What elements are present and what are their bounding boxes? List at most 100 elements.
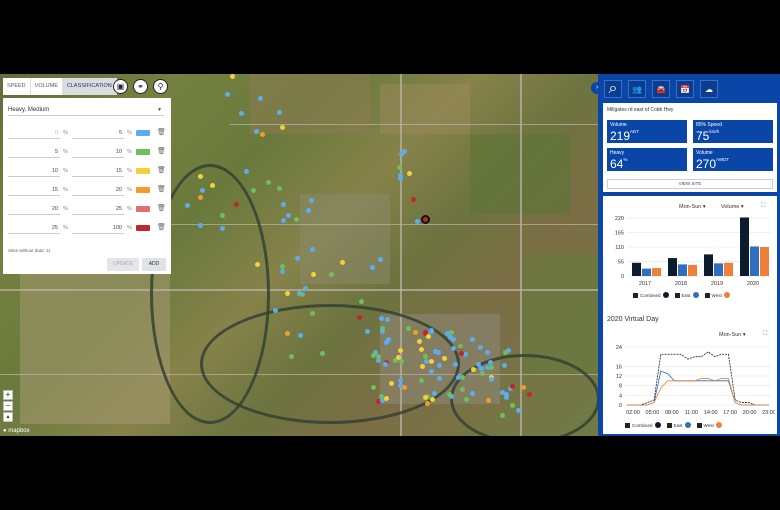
bar-west[interactable] — [688, 264, 697, 276]
range-from-input[interactable]: 25 — [8, 223, 60, 234]
color-swatch[interactable] — [136, 187, 150, 193]
site-marker[interactable] — [505, 348, 511, 353]
site-marker[interactable] — [378, 256, 384, 262]
zoom-out-button[interactable]: − — [3, 401, 13, 411]
checkbox-combined[interactable] — [625, 422, 630, 428]
zoom-in-button[interactable]: + — [3, 390, 13, 400]
site-marker[interactable] — [428, 329, 434, 335]
site-marker[interactable] — [297, 332, 303, 338]
share-icon[interactable]: ⚭ — [133, 79, 148, 94]
site-marker[interactable] — [458, 351, 464, 357]
site-marker[interactable] — [410, 197, 416, 203]
trash-icon[interactable]: 🗑 — [157, 185, 166, 193]
site-marker[interactable] — [260, 131, 266, 137]
checkbox-west[interactable] — [696, 422, 702, 428]
period-select[interactable]: Mon-Sun ▾ — [679, 204, 706, 210]
tab-speed[interactable]: SPEED — [3, 78, 31, 95]
virtual-period-select[interactable]: Mon-Sun ▾ — [719, 332, 746, 338]
trash-icon[interactable]: 🗑 — [157, 147, 166, 155]
bar-west[interactable] — [652, 268, 661, 276]
tab-volume[interactable]: VOLUME — [30, 78, 63, 95]
color-swatch[interactable] — [136, 130, 150, 136]
site-marker[interactable] — [484, 349, 490, 355]
site-marker[interactable] — [309, 247, 315, 253]
site-marker[interactable] — [509, 402, 515, 408]
bar-combined[interactable] — [704, 254, 713, 276]
site-marker[interactable] — [294, 216, 300, 222]
site-marker[interactable] — [444, 330, 450, 336]
range-from-input[interactable]: 20 — [8, 204, 60, 215]
site-marker[interactable] — [230, 74, 236, 80]
bar-combined[interactable] — [668, 258, 677, 276]
site-marker[interactable] — [396, 164, 402, 170]
trash-icon[interactable]: 🗑 — [157, 128, 166, 136]
site-marker[interactable] — [244, 169, 250, 175]
site-marker[interactable] — [526, 391, 532, 397]
collapse-panel-button[interactable]: › — [591, 82, 603, 94]
site-marker[interactable] — [378, 315, 384, 321]
site-marker[interactable] — [452, 362, 458, 368]
range-from-input[interactable]: 0 — [8, 128, 60, 139]
site-marker[interactable] — [276, 185, 282, 191]
site-marker[interactable] — [197, 223, 203, 229]
site-marker[interactable] — [281, 202, 287, 208]
site-marker[interactable] — [220, 212, 225, 218]
range-from-input[interactable]: 5 — [8, 147, 60, 158]
site-marker[interactable] — [371, 384, 376, 390]
checkbox-east[interactable] — [674, 292, 680, 298]
trash-icon[interactable]: 🗑 — [157, 166, 166, 174]
site-marker[interactable] — [388, 380, 394, 386]
site-marker[interactable] — [509, 383, 515, 389]
site-marker[interactable] — [199, 187, 205, 193]
site-marker[interactable] — [422, 330, 428, 336]
site-marker[interactable] — [425, 401, 430, 407]
site-marker[interactable] — [197, 174, 203, 180]
calendar-button[interactable]: 📅 — [676, 80, 694, 98]
compass-button[interactable]: ▲ — [3, 412, 13, 422]
site-marker[interactable] — [489, 364, 495, 370]
range-to-input[interactable]: 15 — [72, 166, 124, 177]
site-marker[interactable] — [429, 396, 435, 402]
site-marker[interactable] — [280, 269, 286, 275]
add-button[interactable]: ADD — [142, 258, 166, 271]
range-to-input[interactable]: 20 — [72, 185, 124, 196]
site-marker[interactable] — [479, 370, 485, 376]
checkbox-combined[interactable] — [633, 292, 638, 298]
site-marker[interactable] — [383, 340, 389, 346]
trash-icon[interactable]: 🗑 — [157, 223, 166, 231]
site-marker[interactable] — [397, 347, 403, 353]
site-marker[interactable] — [358, 298, 364, 304]
checkbox-west[interactable] — [704, 292, 710, 298]
range-from-input[interactable]: 10 — [8, 166, 60, 177]
site-marker[interactable] — [407, 171, 413, 177]
site-marker[interactable] — [284, 290, 290, 296]
site-marker[interactable] — [286, 213, 292, 219]
classification-select[interactable]: Heavy, Medium ▼ — [8, 104, 164, 116]
site-marker[interactable] — [460, 386, 466, 392]
site-marker[interactable] — [266, 179, 272, 185]
range-to-input[interactable]: 5 — [72, 128, 124, 139]
site-marker[interactable] — [238, 110, 244, 116]
bar-east[interactable] — [678, 264, 687, 276]
site-marker[interactable] — [447, 391, 452, 397]
site-marker[interactable] — [422, 354, 428, 360]
download-button[interactable]: ☁ — [700, 80, 718, 98]
bar-combined[interactable] — [632, 262, 641, 276]
expand-icon[interactable]: ⛶ — [763, 331, 767, 338]
line-combined[interactable] — [627, 351, 769, 406]
save-icon[interactable]: ▣ — [113, 79, 128, 94]
search-button[interactable]: ⌕ — [604, 80, 622, 98]
range-from-input[interactable]: 15 — [8, 185, 60, 196]
vehicle-button[interactable]: 🚘 — [652, 80, 670, 98]
site-marker[interactable] — [329, 271, 335, 277]
metric-select[interactable]: Volume ▾ — [721, 204, 744, 210]
site-marker[interactable] — [488, 376, 494, 382]
color-swatch[interactable] — [136, 225, 150, 231]
bar-east[interactable] — [714, 263, 723, 276]
update-button[interactable]: UPDATE — [107, 258, 139, 271]
site-marker[interactable] — [364, 328, 370, 334]
site-marker[interactable] — [197, 195, 203, 201]
site-marker[interactable] — [250, 188, 256, 194]
bar-west[interactable] — [760, 247, 769, 276]
site-marker[interactable] — [279, 124, 285, 130]
